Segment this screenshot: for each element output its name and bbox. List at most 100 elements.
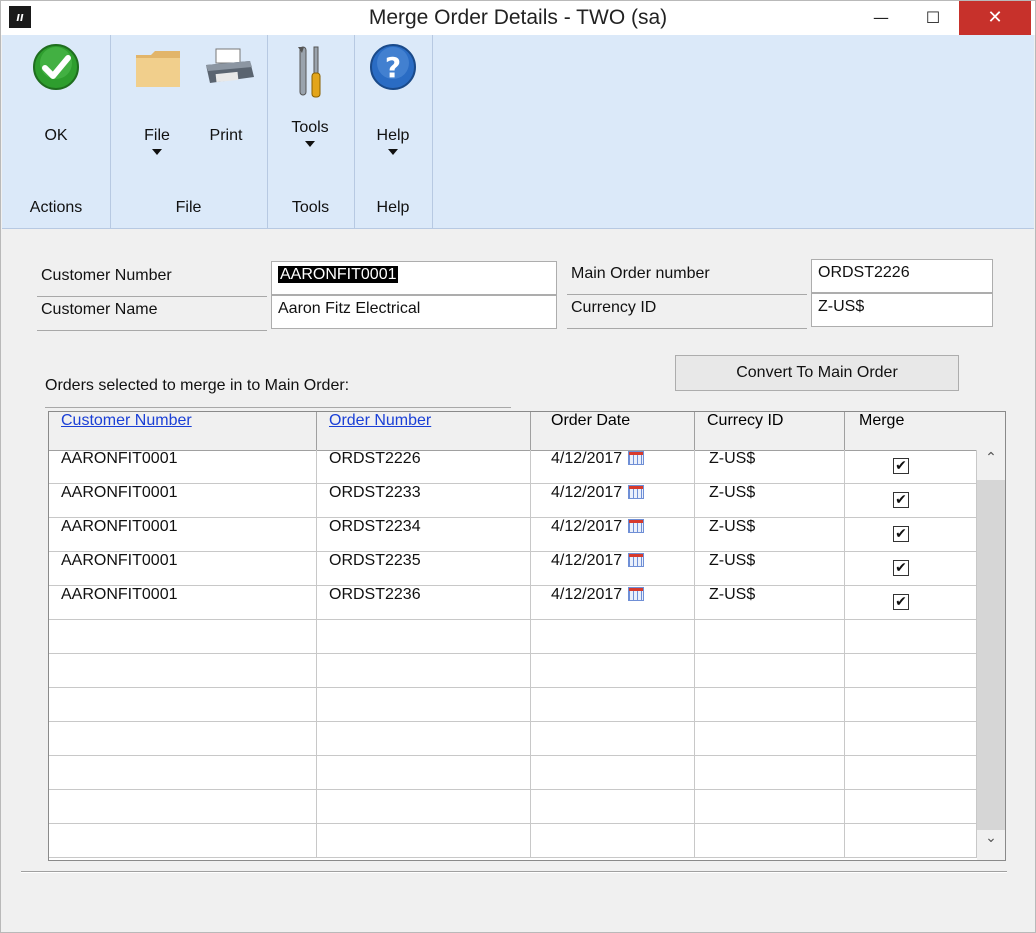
grid-header: Customer Number Order Number Order Date …: [49, 412, 1005, 451]
main-order-field[interactable]: ORDST2226: [811, 259, 993, 293]
cell-currency-id: [695, 620, 845, 653]
cell-order-number: ORDST2233: [317, 484, 531, 517]
cell-order-number: [317, 756, 531, 789]
column-header-merge: Merge: [859, 412, 905, 429]
table-row[interactable]: [49, 790, 977, 824]
calendar-icon[interactable]: [628, 485, 645, 499]
cell-currency-id: Z-US$: [695, 552, 845, 585]
folder-icon: [133, 43, 181, 99]
orders-caption: Orders selected to merge in to Main Orde…: [45, 377, 511, 408]
column-header-order-number[interactable]: Order Number: [317, 412, 531, 450]
customer-name-label: Customer Name: [37, 301, 267, 331]
scroll-up-icon[interactable]: ⌃: [977, 450, 1005, 480]
cell-customer-number: [49, 824, 317, 857]
cell-currency-id: [695, 654, 845, 687]
cell-merge: [845, 756, 977, 789]
cell-customer-number: AARONFIT0001: [49, 450, 317, 483]
minimize-button[interactable]: —: [859, 1, 903, 35]
scroll-thumb[interactable]: [977, 480, 1005, 830]
vertical-scrollbar[interactable]: ⌃ ⌄: [977, 450, 1005, 860]
cell-currency-id: [695, 688, 845, 721]
maximize-button[interactable]: ☐: [911, 1, 955, 35]
ribbon-group-label: Help: [376, 199, 410, 216]
cell-order-date: [531, 722, 695, 755]
cell-order-date: 4/12/2017: [531, 586, 695, 619]
currency-id-field[interactable]: Z-US$: [811, 293, 993, 327]
cell-order-number: [317, 688, 531, 721]
help-button[interactable]: ? Help: [366, 43, 420, 155]
close-button[interactable]: ✕: [959, 1, 1031, 35]
cell-order-date: [531, 654, 695, 687]
currency-id-label: Currency ID: [567, 299, 807, 329]
customer-number-field[interactable]: AARONFIT0001: [271, 261, 557, 295]
ribbon-group-actions: OK Actions: [2, 35, 111, 228]
cell-order-date: 4/12/2017: [531, 518, 695, 551]
calendar-icon[interactable]: [628, 553, 645, 567]
column-header-order-date: Order Date: [531, 412, 695, 450]
cell-customer-number: AARONFIT0001: [49, 552, 317, 585]
merge-checkbox[interactable]: ✔: [893, 560, 909, 576]
ribbon-group-file: File Print File: [110, 35, 268, 228]
cell-customer-number: [49, 722, 317, 755]
dropdown-arrow-icon: [388, 149, 398, 155]
table-row[interactable]: AARONFIT0001 ORDST2236 4/12/2017 Z-US$ ✔: [49, 586, 977, 620]
customer-name-field[interactable]: Aaron Fitz Electrical: [271, 295, 557, 329]
customer-number-label: Customer Number: [37, 267, 267, 297]
table-row[interactable]: [49, 824, 977, 858]
cell-customer-number: [49, 790, 317, 823]
order-date-text: 4/12/2017: [551, 518, 623, 535]
table-row[interactable]: [49, 688, 977, 722]
tools-icon: [286, 43, 334, 99]
column-header-customer-number[interactable]: Customer Number: [49, 412, 317, 450]
cell-currency-id: Z-US$: [695, 518, 845, 551]
calendar-icon[interactable]: [628, 451, 645, 465]
cell-order-number: [317, 824, 531, 857]
order-date-text: 4/12/2017: [551, 450, 623, 467]
cell-merge: ✔: [845, 552, 977, 585]
ribbon-group-help: ? Help Help: [354, 35, 433, 228]
merge-checkbox[interactable]: ✔: [893, 526, 909, 542]
print-button[interactable]: Print: [198, 43, 254, 145]
merge-checkbox[interactable]: ✔: [893, 492, 909, 508]
divider-highlight: [21, 872, 1007, 873]
cell-customer-number: AARONFIT0001: [49, 586, 317, 619]
cell-currency-id: [695, 756, 845, 789]
table-row[interactable]: AARONFIT0001 ORDST2234 4/12/2017 Z-US$ ✔: [49, 518, 977, 552]
column-header-currency-id: Currecy ID: [695, 412, 845, 450]
calendar-icon[interactable]: [628, 519, 645, 533]
calendar-icon[interactable]: [628, 587, 645, 601]
cell-merge: [845, 688, 977, 721]
table-row[interactable]: [49, 722, 977, 756]
cell-order-number: ORDST2234: [317, 518, 531, 551]
ribbon-group-label: File: [175, 199, 202, 216]
table-row[interactable]: AARONFIT0001 ORDST2226 4/12/2017 Z-US$ ✔: [49, 450, 977, 484]
merge-checkbox[interactable]: ✔: [893, 458, 909, 474]
cell-merge: ✔: [845, 484, 977, 517]
ribbon: OK Actions File Print File Tools Tools ?…: [2, 35, 1034, 229]
help-icon: ?: [369, 43, 417, 99]
cell-order-date: [531, 688, 695, 721]
cell-merge: [845, 722, 977, 755]
cell-customer-number: AARONFIT0001: [49, 518, 317, 551]
cell-order-number: [317, 722, 531, 755]
table-row[interactable]: AARONFIT0001 ORDST2235 4/12/2017 Z-US$ ✔: [49, 552, 977, 586]
cell-customer-number: [49, 688, 317, 721]
table-row[interactable]: AARONFIT0001 ORDST2233 4/12/2017 Z-US$ ✔: [49, 484, 977, 518]
table-row[interactable]: [49, 620, 977, 654]
ok-button[interactable]: OK: [32, 43, 80, 145]
cell-order-number: ORDST2236: [317, 586, 531, 619]
file-button[interactable]: File: [132, 43, 182, 155]
cell-currency-id: [695, 722, 845, 755]
tools-button[interactable]: Tools: [285, 43, 335, 147]
cell-order-date: 4/12/2017: [531, 552, 695, 585]
merge-checkbox[interactable]: ✔: [893, 594, 909, 610]
merge-order-window: ıı Merge Order Details - TWO (sa) — ☐ ✕ …: [0, 0, 1036, 933]
table-row[interactable]: [49, 654, 977, 688]
table-row[interactable]: [49, 756, 977, 790]
convert-to-main-order-button[interactable]: Convert To Main Order: [675, 355, 959, 391]
scroll-down-icon[interactable]: ⌄: [977, 830, 1005, 860]
svg-text:?: ?: [385, 51, 401, 84]
cell-customer-number: [49, 654, 317, 687]
cell-merge: ✔: [845, 586, 977, 619]
cell-customer-number: [49, 620, 317, 653]
